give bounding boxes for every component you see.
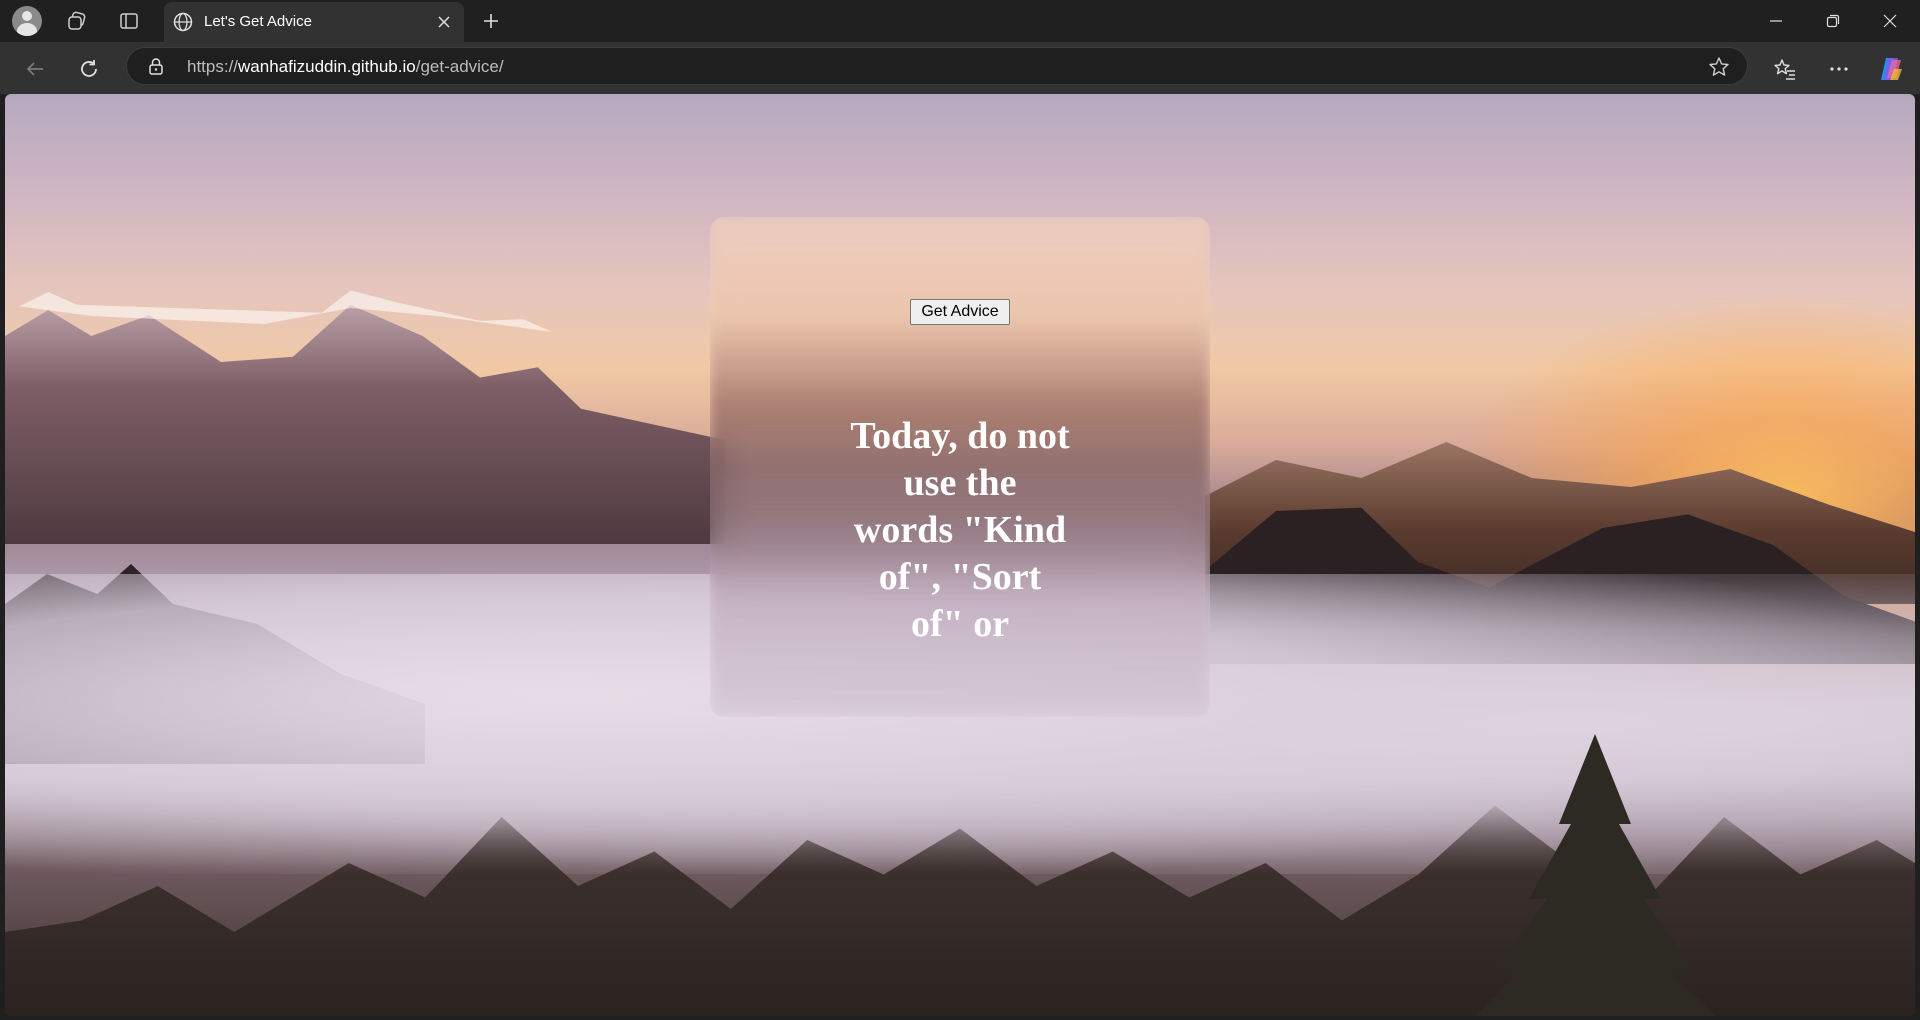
- url-host: wanhafizuddin.github.io: [238, 57, 416, 76]
- close-tab-icon[interactable]: [432, 10, 456, 34]
- favorites-icon[interactable]: [1768, 52, 1802, 86]
- globe-icon: [172, 11, 194, 33]
- advice-text: Today, do not use the words "Kind of", "…: [850, 415, 1070, 639]
- star-icon[interactable]: [1707, 55, 1731, 79]
- tab-title: Let's Get Advice: [204, 13, 312, 30]
- new-tab-plus-icon[interactable]: [476, 6, 506, 36]
- active-tab[interactable]: Let's Get Advice: [164, 2, 464, 42]
- lock-icon[interactable]: [147, 57, 165, 75]
- get-advice-button[interactable]: Get Advice: [910, 299, 1010, 325]
- workspaces-icon[interactable]: [62, 6, 92, 36]
- restore-icon[interactable]: [1805, 0, 1861, 42]
- url-path: /get-advice/: [415, 57, 504, 76]
- profile-avatar-icon[interactable]: [12, 6, 42, 36]
- copilot-icon[interactable]: [1874, 52, 1908, 86]
- more-icon[interactable]: [1822, 52, 1856, 86]
- advice-container: Today, do not use the words "Kind of", "…: [810, 413, 1110, 639]
- address-bar[interactable]: https://wanhafizuddin.github.io/get-advi…: [126, 47, 1748, 85]
- minimize-icon[interactable]: [1748, 0, 1804, 42]
- url-scheme: https://: [187, 57, 239, 76]
- reload-icon[interactable]: [72, 52, 106, 86]
- browser-toolbar: https://wanhafizuddin.github.io/get-advi…: [0, 42, 1920, 94]
- advice-card: Get Advice Today, do not use the words "…: [710, 217, 1210, 717]
- title-bar: Let's Get Advice: [0, 0, 1920, 42]
- back-arrow-icon[interactable]: [18, 52, 52, 86]
- tab-actions-icon[interactable]: [114, 6, 144, 36]
- close-window-icon[interactable]: [1862, 0, 1918, 42]
- url-text[interactable]: https://wanhafizuddin.github.io/get-advi…: [187, 57, 504, 77]
- page-viewport: Get Advice Today, do not use the words "…: [5, 94, 1915, 1016]
